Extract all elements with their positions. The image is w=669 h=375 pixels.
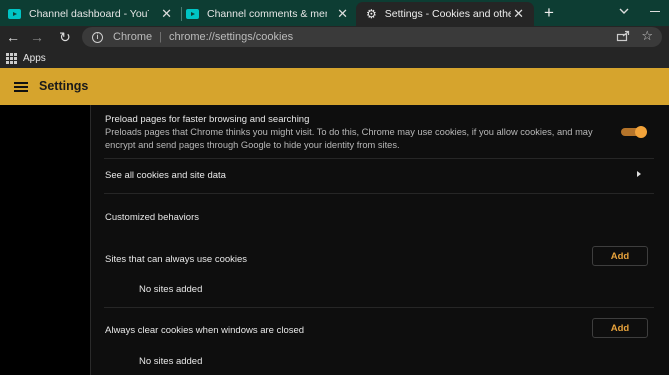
preload-description: Preloads pages that Chrome thinks you mi… <box>105 127 593 150</box>
site-info-icon[interactable]: i <box>92 31 103 43</box>
new-tab-button[interactable]: + <box>544 3 554 23</box>
divider <box>104 158 654 159</box>
add-allow-site-button[interactable]: Add <box>592 246 648 266</box>
back-arrow-icon[interactable]: ← <box>4 28 22 46</box>
tab-search-chevron-icon[interactable] <box>618 5 630 17</box>
youtube-icon <box>186 9 199 19</box>
omnibox-separator: | <box>159 31 162 43</box>
browser-toolbar: ← → ↻ i Chrome | chrome://settings/cooki… <box>0 26 669 48</box>
omnibox-url: chrome://settings/cookies <box>168 31 294 43</box>
close-icon[interactable]: ✕ <box>513 6 524 22</box>
customized-behaviors-heading: Customized behaviors <box>105 212 199 223</box>
address-bar[interactable]: i Chrome | chrome://settings/cookies ☆ <box>82 27 662 47</box>
tab-strip: Channel dashboard - YouTube ✕ Channel co… <box>0 0 669 26</box>
add-clear-site-button[interactable]: Add <box>592 318 648 338</box>
tab-channel-comments[interactable]: Channel comments & mentions ✕ <box>186 2 356 26</box>
apps-bookmark[interactable]: Apps <box>23 53 46 64</box>
clear-empty-state: No sites added <box>139 356 203 367</box>
divider <box>104 307 654 308</box>
chevron-right-icon[interactable] <box>637 171 641 177</box>
bookmarks-bar: Apps <box>0 48 669 68</box>
minimize-icon[interactable] <box>650 11 660 12</box>
settings-header: Settings <box>0 68 669 105</box>
always-allow-label: Sites that can always use cookies <box>105 254 248 265</box>
tab-title: Channel dashboard - YouTube <box>29 8 149 20</box>
tab-separator <box>181 7 182 21</box>
close-icon[interactable]: ✕ <box>161 6 172 22</box>
share-icon[interactable] <box>616 30 630 42</box>
omnibox-scheme: Chrome <box>113 31 153 43</box>
see-all-cookies-link[interactable]: See all cookies and site data <box>105 170 226 181</box>
toggle-knob <box>635 126 647 138</box>
tab-title: Channel comments & mentions <box>207 8 327 20</box>
forward-arrow-icon[interactable]: → <box>28 28 46 46</box>
tab-settings[interactable]: ⚙ Settings - Cookies and other site data… <box>356 2 534 26</box>
bookmark-star-icon[interactable]: ☆ <box>641 28 653 44</box>
preload-title: Preload pages for faster browsing and se… <box>105 114 310 125</box>
tab-channel-dashboard[interactable]: Channel dashboard - YouTube ✕ <box>8 2 180 26</box>
gear-icon: ⚙ <box>366 7 377 21</box>
youtube-icon <box>8 9 21 19</box>
close-icon[interactable]: ✕ <box>337 6 348 22</box>
cookies-settings-card: Preload pages for faster browsing and se… <box>90 105 669 375</box>
apps-grid-icon[interactable] <box>6 52 17 64</box>
allow-empty-state: No sites added <box>139 284 203 295</box>
preload-toggle[interactable] <box>621 126 647 138</box>
page-title: Settings <box>39 79 89 93</box>
hamburger-menu-icon[interactable] <box>14 82 28 92</box>
always-clear-label: Always clear cookies when windows are cl… <box>105 325 305 336</box>
reload-icon[interactable]: ↻ <box>56 28 74 46</box>
divider <box>104 193 654 194</box>
tab-title: Settings - Cookies and other site data <box>384 8 511 20</box>
